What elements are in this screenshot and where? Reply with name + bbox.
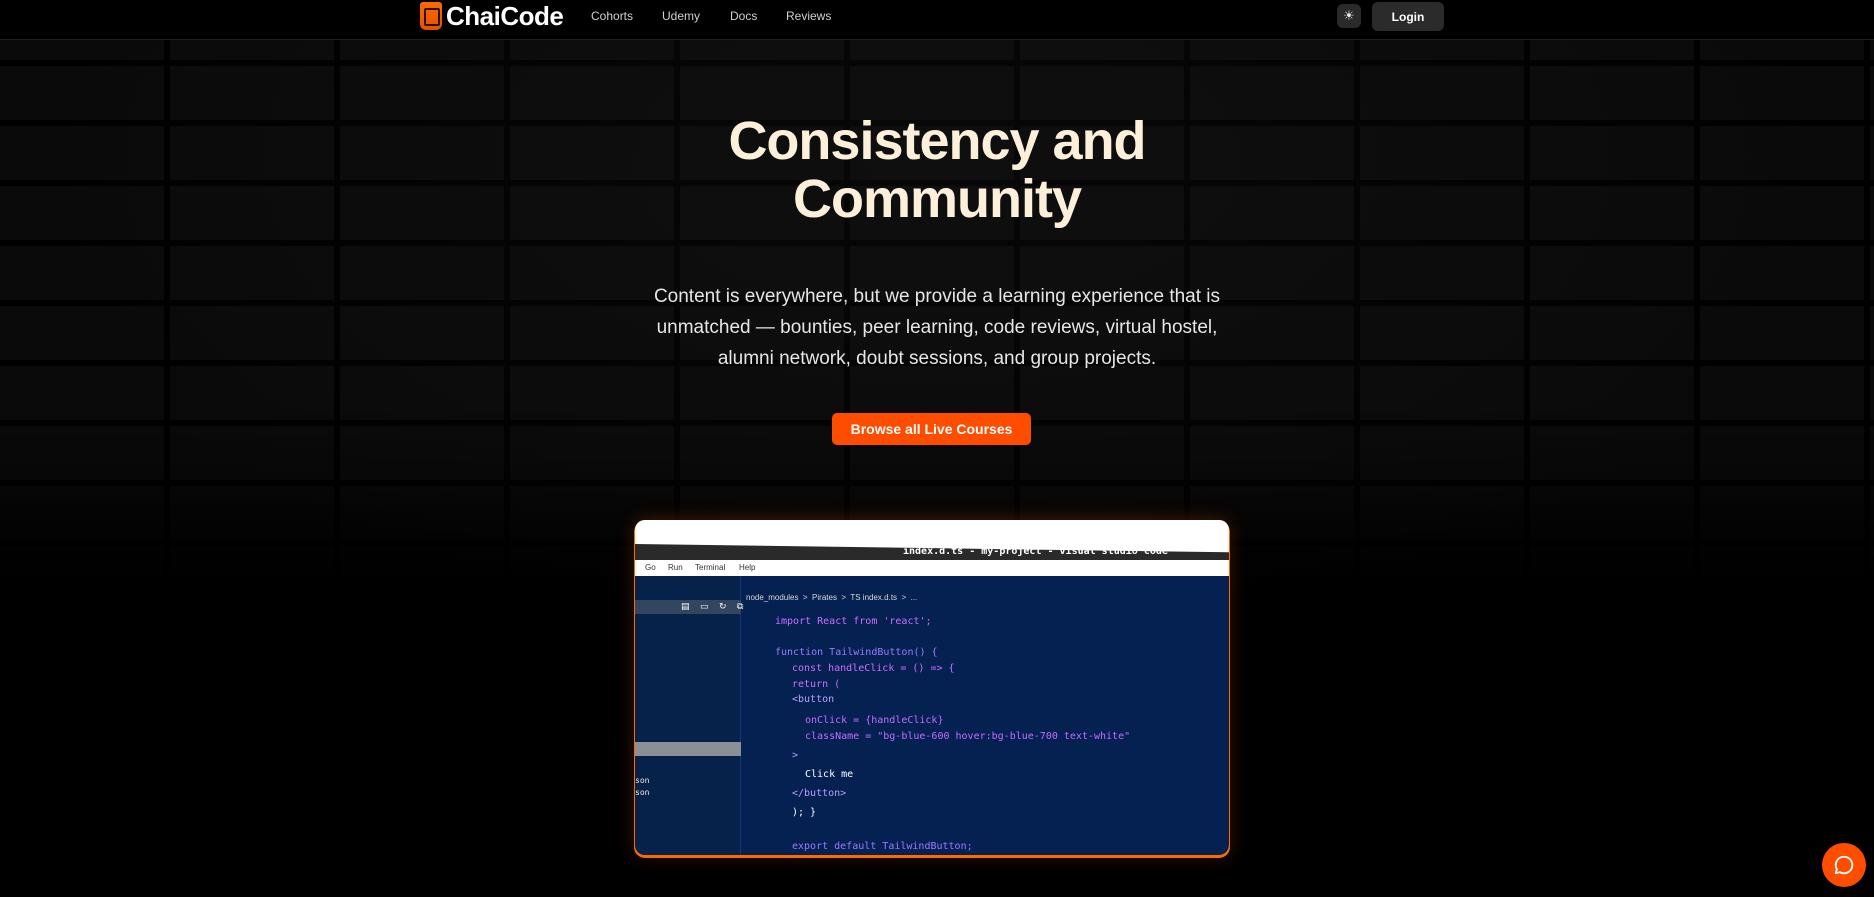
explorer-selected-row[interactable]	[635, 742, 741, 756]
menu-terminal[interactable]: Terminal	[695, 563, 725, 572]
chat-button[interactable]	[1822, 843, 1866, 887]
hero-subtitle: Content is everywhere, but we provide a …	[653, 286, 1221, 369]
code-line: export default TailwindButton;	[792, 841, 973, 852]
explorer-file[interactable]: son	[635, 788, 649, 797]
explorer-actions-icon[interactable]: ▤ ▭ ↻ ⧉	[681, 601, 747, 612]
code-line: const handleClick = () => {	[792, 663, 955, 674]
nav-link-reviews[interactable]: Reviews	[786, 9, 831, 23]
login-button[interactable]: Login	[1372, 2, 1444, 31]
menu-help[interactable]: Help	[739, 563, 755, 572]
nav-link-udemy[interactable]: Udemy	[662, 9, 700, 23]
hero-title: Consistency and Community	[728, 111, 1146, 229]
chat-icon	[1834, 855, 1854, 875]
code-line: <button	[792, 694, 835, 705]
code-line: Click me	[805, 769, 854, 780]
code-editor-preview: index.d.ts - my-project - visual studio …	[635, 520, 1229, 855]
code-line: >	[792, 750, 799, 761]
code-line: </button>	[792, 788, 847, 799]
code-line: onClick = {handleClick}	[805, 715, 944, 726]
code-line: return (	[792, 679, 841, 690]
code-line: function TailwindButton() {	[775, 647, 938, 658]
code-line: import React from 'react';	[775, 616, 932, 627]
menu-run[interactable]: Run	[668, 563, 683, 572]
editor-breadcrumb: node_modules > Pirates > TS index.d.ts >…	[746, 593, 918, 602]
nav-link-cohorts[interactable]: Cohorts	[591, 9, 633, 23]
top-navbar: ChaiCode Cohorts Udemy Docs Reviews ☀ Lo…	[0, 0, 1874, 40]
explorer-sidebar	[635, 576, 741, 855]
browse-courses-button[interactable]: Browse all Live Courses	[832, 413, 1031, 445]
theme-toggle-button[interactable]: ☀	[1337, 4, 1361, 28]
explorer-file[interactable]: son	[635, 776, 649, 785]
logo-text: ChaiCode	[446, 0, 564, 31]
nav-link-docs[interactable]: Docs	[730, 9, 757, 23]
code-line: className = "bg-blue-600 hover:bg-blue-7…	[805, 731, 1131, 742]
menu-go[interactable]: Go	[645, 563, 656, 572]
editor-window-title: index.d.ts - my-project - visual studio …	[903, 546, 1168, 557]
code-line: ); }	[792, 807, 817, 818]
logo[interactable]: ChaiCode	[420, 0, 564, 32]
sun-icon: ☀	[1343, 8, 1355, 23]
chai-cup-icon	[420, 2, 442, 30]
